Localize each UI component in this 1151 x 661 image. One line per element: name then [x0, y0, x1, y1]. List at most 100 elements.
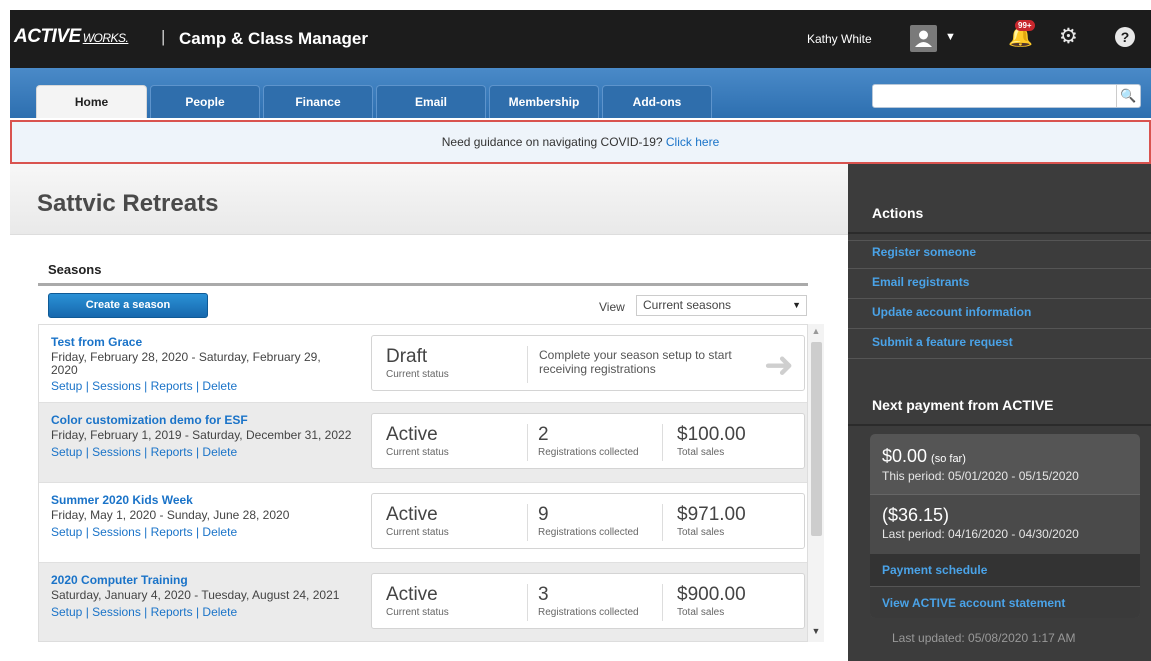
action-divider	[848, 298, 1151, 299]
tab-people[interactable]: People	[150, 85, 260, 118]
feature-request-link[interactable]: Submit a feature request	[872, 335, 1013, 349]
seasons-heading: Seasons	[48, 262, 102, 277]
notification-badge: 99+	[1015, 20, 1035, 31]
tab-add-ons[interactable]: Add-ons	[602, 85, 712, 118]
sales-label: Total sales	[677, 447, 725, 458]
so-far-label: (so far)	[931, 453, 966, 465]
app-frame: ACTIVE WORKS. | Camp & Class Manager Kath…	[10, 10, 1151, 661]
create-season-button[interactable]: Create a season	[48, 293, 208, 318]
status-label: Current status	[386, 447, 449, 458]
banner-link[interactable]: Click here	[666, 135, 719, 149]
status-label: Current status	[386, 527, 449, 538]
tab-email[interactable]: Email	[376, 85, 486, 118]
scroll-up-icon[interactable]: ▲	[808, 326, 824, 336]
draft-message: Complete your season setup to start rece…	[539, 348, 732, 376]
title-separator: |	[161, 27, 166, 46]
app-title: Camp & Class Manager	[179, 29, 368, 48]
season-row: Summer 2020 Kids Week Friday, May 1, 202…	[39, 483, 807, 563]
season-row: Color customization demo for ESF Friday,…	[39, 403, 807, 483]
user-name[interactable]: Kathy White	[807, 32, 872, 46]
season-action-links[interactable]: Setup | Sessions | Reports | Delete	[51, 525, 237, 539]
help-icon[interactable]: ?	[1115, 27, 1135, 47]
season-name-link[interactable]: 2020 Computer Training	[51, 573, 188, 587]
last-updated: Last updated: 05/08/2020 1:17 AM	[892, 631, 1076, 645]
tab-finance[interactable]: Finance	[263, 85, 373, 118]
banner-text: Need guidance on navigating COVID-19?	[441, 135, 663, 149]
seasons-scrollbar[interactable]: ▲ ▼	[808, 324, 824, 642]
season-name-link[interactable]: Color customization demo for ESF	[51, 413, 248, 427]
sales-label: Total sales	[677, 527, 725, 538]
action-divider	[848, 328, 1151, 329]
card-divider	[527, 504, 528, 541]
page-title: Sattvic Retreats	[37, 190, 219, 217]
avatar[interactable]	[910, 25, 937, 52]
season-name-link[interactable]: Test from Grace	[51, 335, 142, 349]
season-status-card: Active Current status 3 Registrations co…	[371, 573, 805, 629]
status-value: Active	[386, 504, 438, 525]
payment-schedule-segment: Payment schedule	[870, 554, 1140, 586]
gear-icon[interactable]: ⚙	[1059, 24, 1078, 49]
search-input[interactable]: 🔍	[872, 84, 1141, 108]
registrations-value: 9	[538, 504, 549, 525]
season-dates: Friday, February 28, 2020 - Saturday, Fe…	[51, 350, 321, 377]
logo-text: ACTIVE	[14, 26, 81, 47]
payment-heading: Next payment from ACTIVE	[848, 384, 1151, 426]
scroll-thumb[interactable]	[811, 342, 822, 536]
registrations-value: 3	[538, 584, 549, 605]
last-period-segment: ($36.15) Last period: 04/16/2020 - 04/30…	[870, 494, 1140, 554]
season-row: 2020 Computer Training Saturday, January…	[39, 563, 807, 641]
seasons-divider	[38, 283, 808, 286]
email-registrants-link[interactable]: Email registrants	[872, 275, 969, 289]
status-value: Active	[386, 584, 438, 605]
arrow-right-icon[interactable]: ➜	[764, 344, 794, 386]
chevron-down-icon: ▼	[792, 300, 801, 310]
last-period: Last period: 04/16/2020 - 04/30/2020	[882, 527, 1079, 541]
registrations-label: Registrations collected	[538, 447, 639, 458]
card-divider	[662, 424, 663, 461]
top-bar: ACTIVE WORKS. | Camp & Class Manager Kath…	[10, 10, 1151, 68]
current-period-segment: $0.00 (so far) This period: 05/01/2020 - …	[870, 434, 1140, 494]
card-divider	[527, 424, 528, 461]
season-action-links[interactable]: Setup | Sessions | Reports | Delete	[51, 445, 237, 459]
sales-label: Total sales	[677, 607, 725, 618]
tab-home[interactable]: Home	[36, 85, 147, 118]
status-label: Current status	[386, 607, 449, 618]
season-action-links[interactable]: Setup | Sessions | Reports | Delete	[51, 605, 237, 619]
update-account-link[interactable]: Update account information	[872, 305, 1031, 319]
action-divider	[848, 240, 1151, 241]
active-works-logo[interactable]: ACTIVE WORKS.	[14, 26, 129, 48]
season-action-links[interactable]: Setup | Sessions | Reports | Delete	[51, 379, 237, 393]
covid-banner: Need guidance on navigating COVID-19? Cl…	[10, 120, 1151, 164]
season-status-card: Active Current status 2 Registrations co…	[371, 413, 805, 469]
payment-box: $0.00 (so far) This period: 05/01/2020 - …	[870, 434, 1140, 618]
actions-heading: Actions	[848, 192, 1151, 234]
registrations-label: Registrations collected	[538, 527, 639, 538]
user-menu-chevron-down-icon[interactable]: ▼	[945, 31, 956, 43]
register-someone-link[interactable]: Register someone	[872, 245, 976, 259]
current-amount: $0.00 (so far)	[882, 446, 966, 467]
seasons-list: Test from Grace Friday, February 28, 202…	[38, 324, 808, 642]
season-status-card: Active Current status 9 Registrations co…	[371, 493, 805, 549]
view-label: View	[599, 300, 625, 314]
search-icon[interactable]: 🔍	[1116, 85, 1140, 107]
payment-schedule-link[interactable]: Payment schedule	[882, 563, 987, 577]
card-divider	[527, 584, 528, 621]
main-nav: Home People Finance Email Membership Add…	[10, 68, 1151, 118]
season-row: Test from Grace Friday, February 28, 202…	[39, 325, 807, 403]
registrations-label: Registrations collected	[538, 607, 639, 618]
user-icon	[915, 30, 932, 47]
status-label: Current status	[386, 369, 449, 380]
tab-membership[interactable]: Membership	[489, 85, 599, 118]
account-statement-link[interactable]: View ACTIVE account statement	[882, 596, 1065, 610]
view-select[interactable]: Current seasons ▼	[636, 295, 807, 316]
status-value: Draft	[386, 346, 428, 367]
card-divider	[662, 584, 663, 621]
registrations-value: 2	[538, 424, 549, 445]
scroll-down-icon[interactable]: ▼	[808, 626, 824, 636]
season-name-link[interactable]: Summer 2020 Kids Week	[51, 493, 193, 507]
season-dates: Friday, May 1, 2020 - Sunday, June 28, 2…	[51, 508, 290, 522]
action-divider	[848, 358, 1151, 359]
card-divider	[662, 504, 663, 541]
season-dates: Saturday, January 4, 2020 - Tuesday, Aug…	[51, 588, 340, 602]
season-status-card: Draft Current status Complete your seaso…	[371, 335, 805, 391]
